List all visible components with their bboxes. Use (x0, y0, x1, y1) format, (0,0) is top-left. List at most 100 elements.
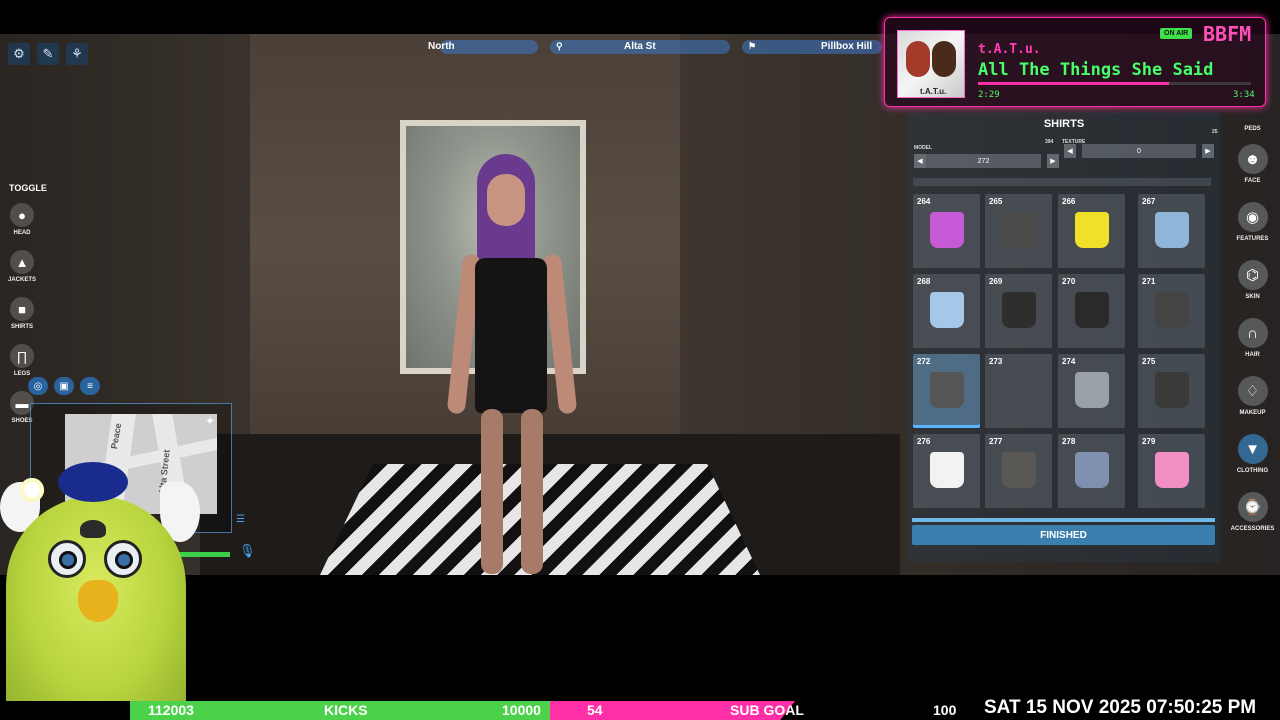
model-value[interactable]: 272 (926, 154, 1041, 168)
clothing-item-number: 272 (917, 357, 931, 366)
legs-icon: ∏ (10, 344, 34, 368)
model-next-button[interactable]: ▶ (1047, 154, 1059, 168)
sidebar-item-makeup[interactable]: ♢ MAKEUP (1225, 376, 1280, 416)
clothing-panel: SHIRTS MODEL 394 TEXTURE 25 ◀ 272 ▶ ◀ 0 … (908, 112, 1220, 562)
artist-name: t.A.T.u. (978, 42, 1041, 57)
model-stepper[interactable]: ◀ 272 ▶ (914, 154, 1059, 168)
texture-stepper[interactable]: ◀ 0 ▶ (1064, 144, 1218, 158)
clothing-item[interactable]: 265 (985, 194, 1052, 268)
texture-max: 25 (1212, 129, 1218, 135)
character-leg-right (521, 409, 543, 574)
eye-icon: ◉ (1237, 202, 1268, 232)
clothing-item[interactable]: 276 (913, 434, 980, 508)
toggle-shirts[interactable]: ■ SHIRTS (8, 297, 36, 330)
dna-icon: ⌬ (1237, 260, 1268, 290)
webcam-furby (0, 462, 200, 720)
texture-next-button[interactable]: ▶ (1202, 144, 1214, 158)
toggle-label: JACKETS (8, 277, 37, 283)
sidebar-item-peds[interactable]: PEDS (1225, 100, 1280, 132)
on-air-badge: ON AIR (1160, 28, 1193, 39)
song-progress-track (978, 82, 1251, 85)
sidebar-label: ACCESSORIES (1230, 526, 1275, 532)
toggle-legs[interactable]: ∏ LEGS (8, 344, 36, 377)
clothing-item-number: 268 (917, 277, 931, 286)
furby-eye (104, 540, 142, 578)
sidebar-item-clothing[interactable]: ▼ CLOTHING (1225, 434, 1280, 474)
clothing-item-preview (930, 372, 964, 408)
now-playing-widget: t.A.T.u. t.A.T.u. All The Things She Sai… (884, 17, 1266, 107)
sidebar-label: CLOTHING (1236, 468, 1269, 474)
watch-icon: ⌚ (1237, 492, 1268, 522)
furby-beak (78, 580, 118, 622)
clothing-item[interactable]: 271 (1138, 274, 1205, 348)
panel-title: SHIRTS (1043, 118, 1085, 130)
texture-value[interactable]: 0 (1082, 144, 1196, 158)
kicks-count: 112003 (148, 702, 194, 718)
lungs-icon: ◎ (28, 377, 48, 395)
furby-eye (48, 540, 86, 578)
clothing-item-preview (930, 292, 964, 328)
pose-icon[interactable]: ⚘ (66, 43, 88, 65)
makeup-icon: ♢ (1237, 376, 1268, 406)
model-label: MODEL (914, 145, 933, 151)
sidebar-item-accessories[interactable]: ⌚ ACCESSORIES (1225, 492, 1280, 532)
menu-lines-icon: ☰ (236, 514, 245, 525)
sidebar-label: FEATURES (1236, 236, 1269, 242)
kicks-goal: 10000 (502, 702, 541, 718)
clothing-item-preview (1155, 292, 1189, 328)
model-max: 394 (1045, 139, 1054, 145)
clothing-item-number: 274 (1062, 357, 1076, 366)
toggle-jackets[interactable]: ▲ JACKETS (8, 250, 36, 283)
clothing-item-preview (1075, 212, 1109, 248)
sidebar-item-skin[interactable]: ⌬ SKIN (1225, 260, 1280, 300)
gear-icon[interactable]: ⚙ (8, 43, 30, 65)
clothing-item[interactable]: 267 (1138, 194, 1205, 268)
clothing-item[interactable]: 272 (913, 354, 980, 428)
game-stream-screen: North ⚲ Alta St ⚑ Pillbox Hill ⚙ ✎ ⚘ TOG… (0, 0, 1280, 720)
toggle-head[interactable]: ● HEAD (8, 203, 36, 236)
clothing-item[interactable]: 269 (985, 274, 1052, 348)
clothing-item[interactable]: 270 (1058, 274, 1125, 348)
player-marker-icon: ✦ (205, 414, 216, 428)
sidebar-item-features[interactable]: ◉ FEATURES (1225, 202, 1280, 242)
zone-name: Pillbox Hill (821, 41, 873, 52)
texture-prev-button[interactable]: ◀ (1064, 144, 1076, 158)
toggle-label: HEAD (13, 230, 31, 236)
song-title: All The Things She Said (978, 60, 1214, 80)
clothing-item[interactable]: 274 (1058, 354, 1125, 428)
date-time-clock: SAT 15 NOV 2025 07:50:25 PM (984, 697, 1257, 718)
clothing-item[interactable]: 278 (1058, 434, 1125, 508)
clothing-item[interactable]: 277 (985, 434, 1052, 508)
wand-icon[interactable]: ✎ (37, 43, 59, 65)
clothing-item[interactable]: 279 (1138, 434, 1205, 508)
direction-text: North (428, 41, 455, 52)
clothing-item-preview (930, 452, 964, 488)
sub-count: 54 (587, 702, 603, 718)
jacket-icon: ▲ (10, 250, 34, 274)
previous-row-peek (913, 178, 1211, 186)
toggle-title: TOGGLE (9, 183, 47, 193)
sidebar-item-face[interactable]: ☻ FACE (1225, 144, 1280, 184)
album-cover: t.A.T.u. (897, 30, 965, 98)
song-progress-fill (978, 82, 1170, 85)
head-icon: ● (10, 203, 34, 227)
sidebar-label: SKIN (1245, 294, 1260, 300)
furby-tuft (58, 462, 128, 502)
armor-icon: ▣ (54, 377, 74, 395)
character-dress (475, 258, 547, 413)
flag-icon: ⚑ (748, 41, 757, 51)
clothing-item-preview (1155, 372, 1189, 408)
toggle-label: SHIRTS (10, 324, 33, 330)
character-head (487, 174, 525, 226)
clothing-item[interactable]: 273 (985, 354, 1052, 428)
model-prev-button[interactable]: ◀ (914, 154, 926, 168)
sidebar-item-hair[interactable]: ∩ HAIR (1225, 318, 1280, 358)
finished-button[interactable]: FINISHED (912, 525, 1215, 545)
sidebar-label: HAIR (1245, 352, 1260, 358)
sidebar-label: MAKEUP (1239, 410, 1266, 416)
clothing-item[interactable]: 264 (913, 194, 980, 268)
clothing-item-preview (930, 212, 964, 248)
clothing-item[interactable]: 268 (913, 274, 980, 348)
clothing-item[interactable]: 266 (1058, 194, 1125, 268)
clothing-item[interactable]: 275 (1138, 354, 1205, 428)
